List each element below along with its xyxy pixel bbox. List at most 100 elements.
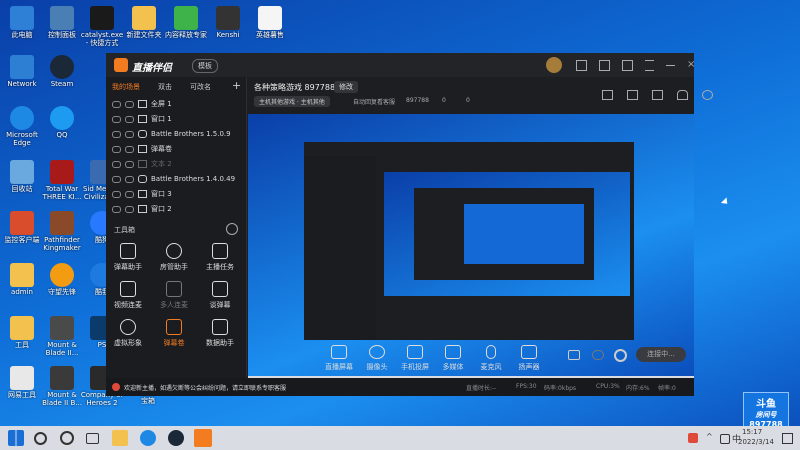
bell-icon[interactable] (677, 90, 688, 100)
lock-icon[interactable] (125, 130, 134, 138)
eye-toggle-icon[interactable] (592, 350, 604, 360)
volume-icon[interactable] (720, 434, 730, 444)
desktop-icon-steam[interactable]: Steam (40, 55, 84, 88)
desktop-icon-release-expert[interactable]: 内容释放专家 (164, 6, 208, 39)
tray-app-icon[interactable] (688, 433, 698, 443)
go-live-button[interactable]: 连接中... (636, 347, 686, 362)
minimize-icon[interactable] (666, 60, 675, 66)
category-tag[interactable]: 主机其他游戏 · 主机其他 (254, 96, 330, 107)
windows-start-icon[interactable] (8, 430, 24, 446)
cortana-icon[interactable] (60, 431, 74, 445)
source-item[interactable]: Battle Brothers 1.4.0.49 (112, 172, 235, 186)
desktop-icon-new-folder[interactable]: 新建文件夹 (122, 6, 166, 39)
record-icon[interactable] (568, 350, 580, 360)
eye-icon[interactable] (112, 205, 121, 213)
lock-icon[interactable] (125, 205, 134, 213)
eye-icon[interactable] (112, 100, 121, 108)
share-icon[interactable] (702, 90, 713, 100)
control-speaker[interactable]: 扬声器 (512, 345, 546, 372)
tab-double-click[interactable]: 双击 (158, 82, 172, 92)
tool-room-manager[interactable]: 房管助手 (154, 243, 194, 272)
clock-date[interactable]: 2022/3/14 (738, 438, 774, 446)
eye-icon[interactable] (112, 145, 121, 153)
mode-badge[interactable]: 模板 (192, 59, 218, 73)
settings-icon[interactable] (627, 90, 638, 100)
source-item[interactable]: 全屏 1 (112, 97, 172, 111)
pin-icon[interactable] (622, 60, 633, 71)
desktop-icon-hero-doc[interactable]: 英雄薯售 (248, 6, 292, 39)
window-titlebar[interactable]: 直播伴侣 模板 × (106, 53, 695, 77)
clock-time[interactable]: 15:17 (742, 428, 762, 436)
control-microphone[interactable]: 麦克风 (474, 345, 508, 372)
desktop-icon-this-pc[interactable]: 此电脑 (0, 6, 44, 39)
control-phone-cast[interactable]: 手机投屏 (398, 345, 432, 372)
desktop-icon-mount-blade-2[interactable]: Mount & Blade II B... (40, 366, 84, 407)
lock-icon[interactable] (125, 115, 134, 123)
steam-taskbar-icon[interactable] (168, 430, 184, 446)
source-item[interactable]: 弹幕卷 (112, 142, 172, 156)
desktop-icon-qq[interactable]: QQ (40, 106, 84, 139)
tool-host-task[interactable]: 主播任务 (200, 243, 240, 272)
auto-reply-text[interactable]: 自动回复看客服 (353, 97, 395, 106)
desktop-icon-admin[interactable]: admin (0, 263, 44, 296)
gift-icon[interactable] (652, 90, 663, 100)
toolbox-more-icon[interactable] (226, 223, 238, 235)
desktop-icon-network[interactable]: Network (0, 55, 44, 88)
desktop-icon-mount-blade[interactable]: Mount & Blade II... (40, 316, 84, 357)
settings-gear-icon[interactable] (614, 349, 627, 362)
desktop-icon-tools[interactable]: 工具 (0, 316, 44, 349)
lock-icon[interactable] (125, 175, 134, 183)
tab-my-scene[interactable]: 我的场景 (112, 82, 140, 92)
tool-video-link[interactable]: 视频连麦 (108, 281, 148, 310)
source-item[interactable]: 窗口 1 (112, 112, 172, 126)
control-screen-capture[interactable]: 直播屏幕 (322, 345, 356, 372)
desktop-icon-control-panel[interactable]: 控制面板 (40, 6, 84, 39)
source-item[interactable]: 窗口 2 (112, 202, 172, 216)
tool-virtual-avatar[interactable]: 虚拟形象 (108, 319, 148, 348)
stream-preview[interactable] (248, 114, 694, 388)
desktop-icon-recycle[interactable]: 回收站 (0, 160, 44, 193)
close-icon[interactable]: × (687, 60, 695, 71)
add-scene-button[interactable]: + (232, 79, 241, 92)
control-multimedia[interactable]: 多媒体 (436, 345, 470, 372)
source-item[interactable]: 窗口 3 (112, 187, 172, 201)
source-item[interactable]: 文本 2 (112, 157, 172, 171)
menu-icon[interactable] (645, 60, 654, 71)
search-icon[interactable] (34, 432, 47, 445)
tray-chevron-icon[interactable]: ^ (706, 432, 713, 441)
desktop-icon-netease[interactable]: 网易工具 (0, 366, 44, 399)
desktop-icon-kenshi[interactable]: Kenshi (206, 6, 250, 39)
announcement-text[interactable]: 欢迎新主播，如遇欠断等公会纠纷问题，请立即联系专职客服 (124, 383, 286, 392)
control-camera[interactable]: 摄像头 (360, 345, 394, 372)
lock-icon[interactable] (125, 100, 134, 108)
tool-multi-link[interactable]: 多人连麦 (154, 281, 194, 310)
desktop-icon-edge[interactable]: Microsoft Edge (0, 106, 44, 147)
task-view-icon[interactable] (86, 433, 99, 444)
desktop-icon-total-war[interactable]: Total War THREE KI... (40, 160, 84, 201)
file-explorer-icon[interactable] (112, 430, 128, 446)
desktop-icon-monitor[interactable]: 监控客户端 (0, 211, 44, 244)
skin-icon[interactable] (599, 60, 610, 71)
eye-icon[interactable] (112, 115, 121, 123)
lock-icon[interactable] (125, 190, 134, 198)
live-companion-taskbar-icon[interactable] (194, 429, 212, 447)
tab-rename[interactable]: 可改名 (190, 82, 211, 92)
edge-taskbar-icon[interactable] (140, 430, 156, 446)
tool-danmaku-helper[interactable]: 弹幕助手 (108, 243, 148, 272)
notification-icon[interactable] (782, 433, 793, 444)
tool-danmaku-roll[interactable]: 弹幕卷 (154, 319, 194, 348)
eye-icon[interactable] (112, 175, 121, 183)
eye-icon[interactable] (112, 160, 121, 168)
desktop-icon-pathfinder[interactable]: Pathfinder Kingmaker (40, 211, 84, 252)
feedback-icon[interactable] (576, 60, 587, 71)
source-item[interactable]: Battle Brothers 1.5.0.9 (112, 127, 231, 141)
tool-data-helper[interactable]: 数据助手 (200, 319, 240, 348)
lock-icon[interactable] (125, 145, 134, 153)
tool-read-danmaku[interactable]: 谈弹幕 (200, 281, 240, 310)
lock-icon[interactable] (125, 160, 134, 168)
edit-title-button[interactable]: 修改 (334, 81, 358, 93)
lock-screen-icon[interactable] (602, 90, 613, 100)
eye-icon[interactable] (112, 190, 121, 198)
desktop-icon-overwatch[interactable]: 守望先锋 (40, 263, 84, 296)
desktop-icon-catalyst[interactable]: catalyst.exe - 快捷方式 (80, 6, 124, 47)
